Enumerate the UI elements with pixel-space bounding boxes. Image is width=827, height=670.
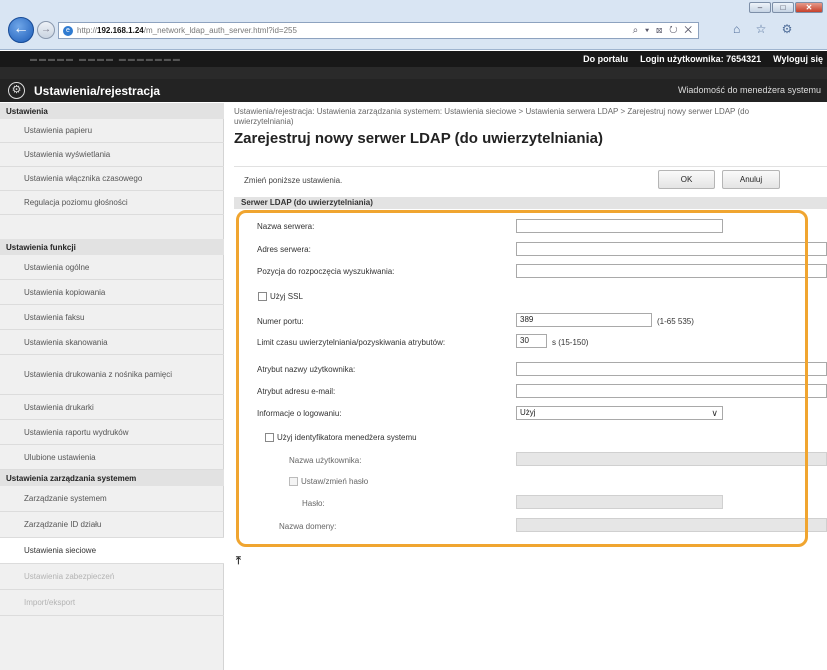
sidebar-item-fax[interactable]: Ustawienia faksu [0, 305, 224, 330]
device-name-blurred: ▬▬▬▬▬ ▬▬▬▬ ▬▬▬▬▬▬▬ [30, 56, 182, 63]
close-window-button[interactable]: ✕ [795, 2, 823, 13]
sidebar-item-general[interactable]: Ustawienia ogólne [0, 255, 224, 280]
ok-button[interactable]: OK [658, 170, 715, 189]
sidebar-item-system-management[interactable]: Zarządzanie systemem [0, 486, 224, 512]
maximize-button[interactable]: □ [772, 2, 794, 13]
login-user-label: Login użytkownika: 7654321 [640, 54, 762, 64]
back-button[interactable]: ← [8, 17, 34, 43]
url-host: 192.168.1.24 [97, 26, 144, 35]
sidebar-item-paper[interactable]: Ustawienia papieru [0, 119, 224, 143]
sidebar-item-department-id[interactable]: Zarządzanie ID działu [0, 512, 224, 538]
gear-icon: ⚙ [8, 82, 25, 99]
sidebar-item-memory-print[interactable]: Ustawienia drukowania z nośnika pamięci [0, 355, 224, 395]
page-title: Zarejestruj nowy serwer LDAP (do uwierzy… [234, 130, 603, 147]
sidebar-item-import-export[interactable]: Import/eksport [0, 590, 224, 616]
sidebar-item-favorites[interactable]: Ulubione ustawienia [0, 445, 224, 470]
sidebar-item-timer[interactable]: Ustawienia włącznika czasowego [0, 167, 224, 191]
minimize-button[interactable]: – [749, 2, 771, 13]
top-header-bar: ▬▬▬▬▬ ▬▬▬▬ ▬▬▬▬▬▬▬ Do portalu Login użyt… [0, 51, 827, 67]
sidebar-section-system: Ustawienia zarządzania systemem [0, 470, 224, 486]
sidebar-item-network[interactable]: Ustawienia sieciowe [0, 538, 224, 564]
sidebar-item-volume[interactable]: Regulacja poziomu głośności [0, 191, 224, 215]
address-tools-icons[interactable]: ⌕ ▾ ⊠ ↻ ✕ [633, 25, 694, 36]
window-controls: – □ ✕ [749, 2, 823, 13]
highlight-frame [236, 210, 808, 547]
logout-link[interactable]: Wyloguj się [773, 54, 823, 64]
admin-message-link[interactable]: Wiadomość do menedżera systemu [678, 85, 821, 95]
arrow-right-icon: → [41, 24, 51, 35]
sidebar-item-display[interactable]: Ustawienia wyświetlania [0, 143, 224, 167]
sidebar-section-settings: Ustawienia [0, 103, 224, 119]
browser-toolbar-icons[interactable]: ⌂ ☆ ⚙ [733, 22, 798, 36]
settings-header-bar: ⚙ Ustawienia/rejestracja Wiadomość do me… [0, 79, 827, 102]
sidebar-section-functions: Ustawienia funkcji [0, 239, 224, 255]
section-header: Serwer LDAP (do uwierzytelniania) [234, 197, 827, 209]
settings-header-title: Ustawienia/rejestracja [34, 84, 161, 98]
sidebar: Ustawienia Ustawienia papieru Ustawienia… [0, 103, 224, 670]
cancel-button[interactable]: Anuluj [722, 170, 780, 189]
browser-chrome: – □ ✕ ← → e http://192.168.1.24/m_networ… [0, 0, 827, 50]
address-bar[interactable]: e http://192.168.1.24/m_network_ldap_aut… [58, 22, 699, 39]
url-text: http://192.168.1.24/m_network_ldap_auth_… [77, 26, 297, 35]
sidebar-item-printer[interactable]: Ustawienia drukarki [0, 395, 224, 420]
url-prefix: http:// [77, 26, 98, 35]
breadcrumb: Ustawienia/rejestracja: Ustawienia zarzą… [234, 107, 750, 126]
forward-button[interactable]: → [37, 21, 55, 39]
sidebar-item-security[interactable]: Ustawienia zabezpieczeń [0, 564, 224, 590]
header-divider [0, 67, 827, 79]
instruction-row: Zmień poniższe ustawienia. OK Anuluj [234, 166, 827, 190]
sidebar-item-scan[interactable]: Ustawienia skanowania [0, 330, 224, 355]
sidebar-item-copy[interactable]: Ustawienia kopiowania [0, 280, 224, 305]
page-favicon-icon: e [63, 26, 73, 36]
arrow-left-icon: ← [13, 20, 29, 37]
back-to-top-icon[interactable]: ⤒ [236, 555, 241, 568]
portal-link[interactable]: Do portalu [583, 54, 628, 64]
instruction-text: Zmień poniższe ustawienia. [244, 176, 343, 185]
sidebar-item-print-report[interactable]: Ustawienia raportu wydruków [0, 420, 224, 445]
url-path: /m_network_ldap_auth_server.html?id=255 [143, 26, 297, 35]
